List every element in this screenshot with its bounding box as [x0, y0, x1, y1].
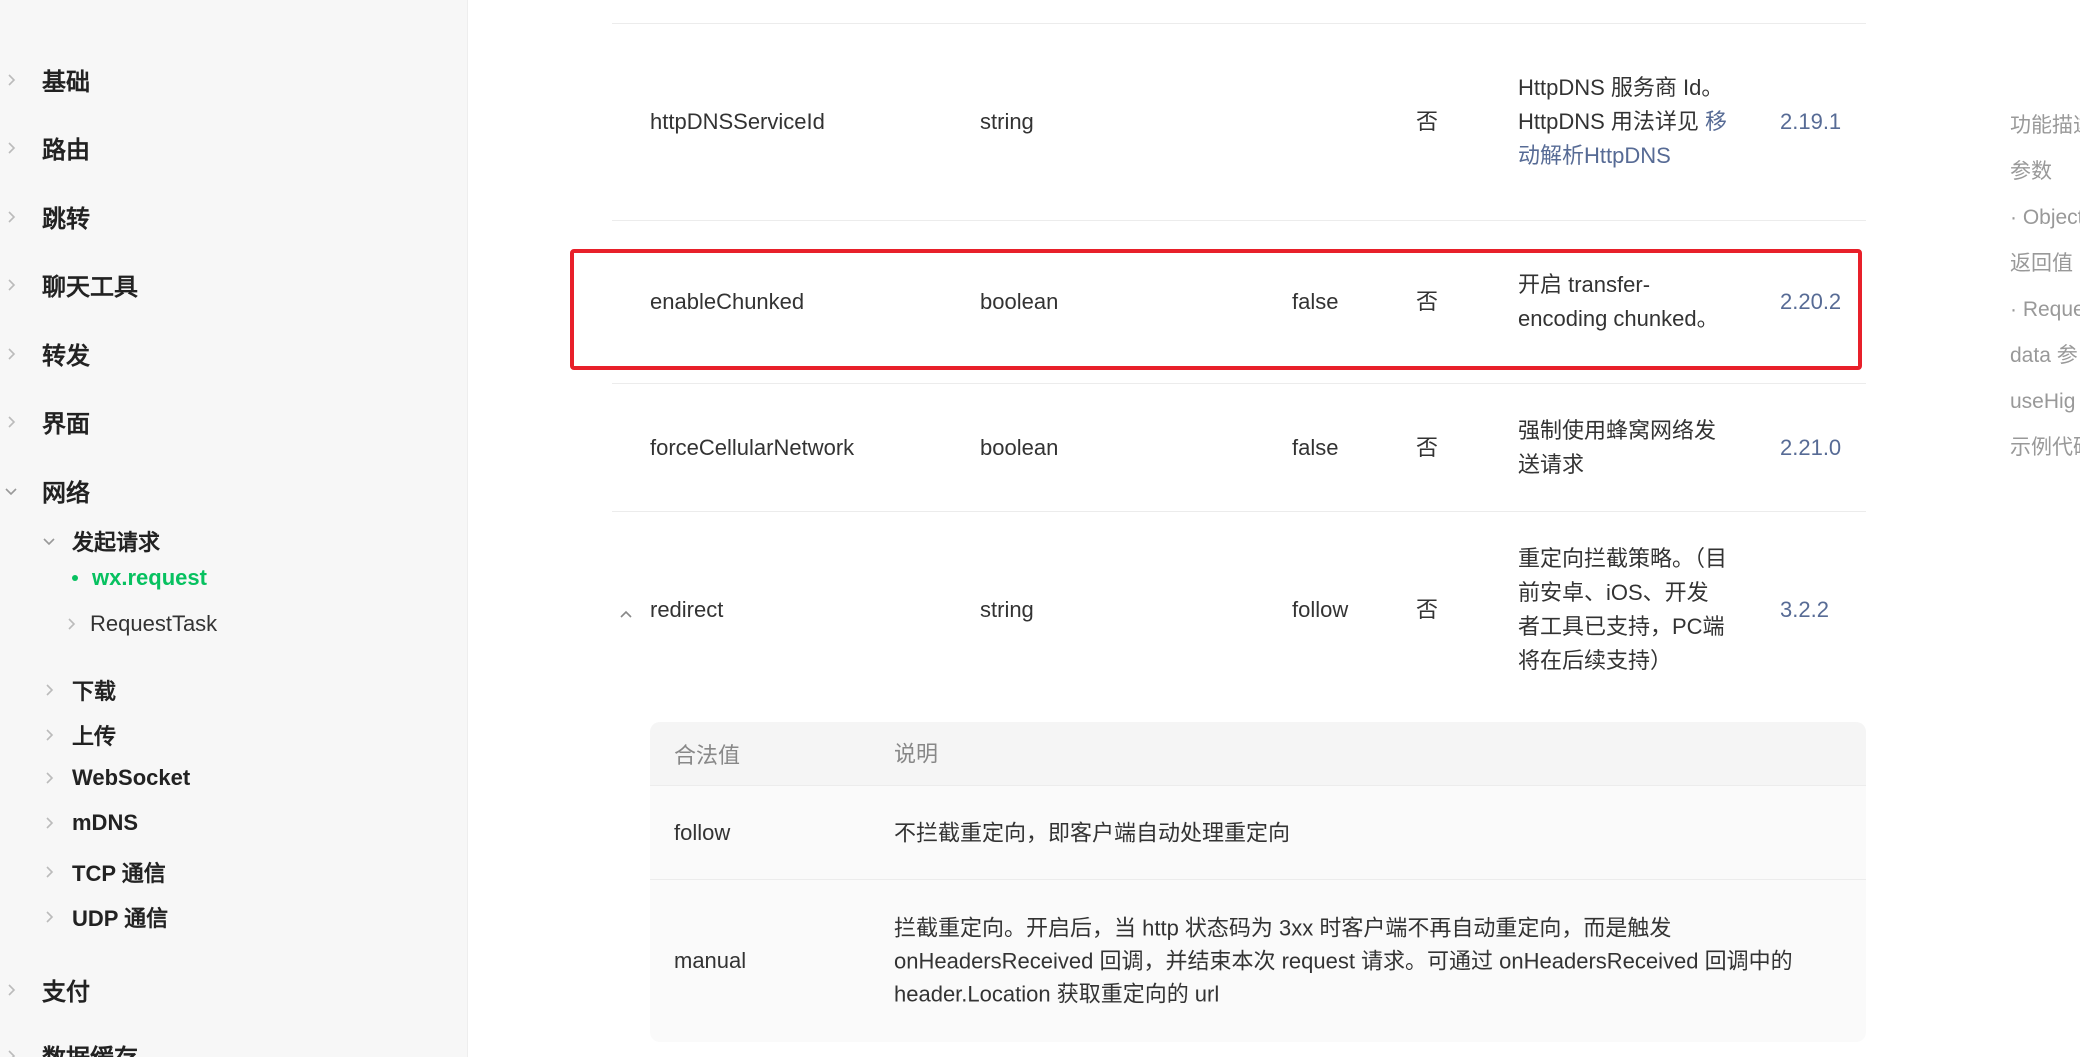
chevron-down-icon — [0, 480, 22, 502]
redirect-values-table: 合法值 说明 follow 不拦截重定向，即客户端自动处理重定向 manual … — [650, 722, 1866, 1042]
toc-item[interactable]: 示例代码 — [2010, 430, 2080, 476]
param-default: false — [1292, 434, 1339, 460]
chevron-right-icon — [0, 411, 22, 433]
sidebar-item-label: 数据缓存 — [42, 1038, 138, 1057]
sidebar-item-navigate[interactable]: 跳转 — [0, 199, 90, 234]
sidebar-item-label: 跳转 — [42, 206, 90, 233]
sidebar-item-websocket[interactable]: WebSocket — [38, 765, 190, 791]
param-desc-text: HttpDNS 服务商 Id。 HttpDNS 用法详见 — [1518, 75, 1724, 134]
param-name: redirect — [650, 597, 724, 622]
sidebar-item-route[interactable]: 路由 — [0, 130, 90, 165]
param-desc: 强制使用蜂窝网络发送请求 — [1518, 417, 1717, 477]
sidebar-item-basic[interactable]: 基础 — [0, 62, 90, 97]
chevron-right-icon — [60, 613, 82, 635]
highlight-box — [570, 249, 1862, 370]
chevron-right-icon — [0, 343, 22, 365]
chevron-right-icon — [0, 69, 22, 91]
sidebar-item-network[interactable]: 网络 — [0, 473, 90, 508]
value-cell: follow — [674, 819, 731, 845]
sidebar-item-label: 支付 — [42, 979, 90, 1006]
table-row: forceCellularNetwork boolean false 否 强制使… — [612, 384, 1866, 512]
column-header-desc: 说明 — [894, 741, 939, 766]
sidebar-item-label: 界面 — [42, 411, 90, 438]
sidebar-item-udp[interactable]: UDP 通信 — [38, 901, 168, 933]
param-name: forceCellularNetwork — [650, 434, 855, 460]
sidebar-item-label: wx.request — [92, 565, 207, 590]
chevron-right-icon — [38, 679, 60, 701]
sidebar-item-ui[interactable]: 界面 — [0, 404, 90, 439]
chevron-right-icon — [38, 812, 60, 834]
desc-cell: 不拦截重定向，即客户端自动处理重定向 — [894, 820, 1291, 845]
sidebar-item-mdns[interactable]: mDNS — [38, 810, 138, 836]
sidebar-item-storage[interactable]: 数据缓存 — [0, 1038, 138, 1057]
sidebar-item-chat-tools[interactable]: 聊天工具 — [0, 267, 138, 302]
table-row-previous — [612, 0, 1866, 24]
param-required: 否 — [1416, 597, 1439, 622]
sidebar-item-label: WebSocket — [72, 765, 191, 790]
sidebar-item-upload[interactable]: 上传 — [38, 719, 116, 751]
chevron-right-icon — [0, 206, 22, 228]
param-required: 否 — [1416, 434, 1439, 460]
active-dot-icon — [72, 575, 78, 581]
table-row-expanded[interactable]: redirect string follow 否 重定向拦截策略。（目前安卓、i… — [612, 512, 1866, 708]
param-desc: 重定向拦截策略。（目前安卓、iOS、开发者工具已支持，PC端将在后续支持） — [1518, 546, 1728, 673]
chevron-right-icon — [0, 137, 22, 159]
sidebar-item-payment[interactable]: 支付 — [0, 972, 90, 1007]
sidebar-item-label: 聊天工具 — [42, 274, 138, 301]
table-of-contents: 功能描述 参数 · Object 返回值 · Reque data 参 useH… — [2010, 108, 2080, 476]
chevron-up-icon[interactable] — [618, 602, 634, 618]
sidebar-item-request-group[interactable]: 发起请求 — [38, 525, 160, 557]
param-version: 3.2.2 — [1780, 597, 1829, 622]
toc-item[interactable]: 返回值 — [2010, 246, 2080, 292]
chevron-right-icon — [0, 979, 22, 1001]
param-version: 2.21.0 — [1780, 434, 1842, 460]
table-row: manual 拦截重定向。开启后，当 http 状态码为 3xx 时客户端不再自… — [650, 880, 1866, 1042]
sidebar-item-label: 发起请求 — [72, 530, 161, 555]
param-required: 否 — [1416, 109, 1439, 134]
chevron-down-icon — [38, 530, 60, 552]
sidebar-item-request-task[interactable]: RequestTask — [60, 611, 217, 637]
sidebar-item-share[interactable]: 转发 — [0, 336, 90, 371]
chevron-right-icon — [38, 906, 60, 928]
param-type: string — [980, 109, 1034, 134]
column-header-value: 合法值 — [674, 742, 741, 768]
sidebar-item-label: 基础 — [42, 69, 90, 96]
sidebar-item-wx-request[interactable]: wx.request — [72, 565, 207, 591]
chevron-right-icon — [38, 767, 60, 789]
sidebar-item-label: TCP 通信 — [72, 861, 166, 886]
param-type: string — [980, 597, 1034, 622]
table-row: httpDNSServiceId string 否 HttpDNS 服务商 Id… — [612, 24, 1866, 221]
sidebar-item-download[interactable]: 下载 — [38, 674, 116, 706]
sidebar-nav: 基础 路由 跳转 聊天工具 转发 界面 网络 发起请求 wx.request R… — [0, 0, 468, 1057]
sidebar-item-label: 上传 — [72, 724, 117, 749]
value-cell: manual — [674, 948, 747, 973]
sidebar-item-label: RequestTask — [90, 611, 218, 636]
chevron-right-icon — [38, 861, 60, 883]
toc-item[interactable]: · Object — [2010, 200, 2080, 246]
sidebar-item-label: UDP 通信 — [72, 906, 169, 931]
toc-item[interactable]: data 参 — [2010, 338, 2080, 384]
sidebar-item-tcp[interactable]: TCP 通信 — [38, 856, 166, 888]
param-default: follow — [1292, 597, 1349, 622]
toc-item[interactable]: 参数 — [2010, 154, 2080, 200]
toc-item[interactable]: 功能描述 — [2010, 108, 2080, 154]
param-type: boolean — [980, 434, 1059, 460]
toc-item[interactable]: · Reque — [2010, 292, 2080, 338]
toc-item[interactable]: useHig — [2010, 384, 2080, 430]
sidebar-item-label: mDNS — [72, 810, 139, 835]
param-name: httpDNSServiceId — [650, 109, 825, 134]
chevron-right-icon — [0, 1045, 22, 1057]
chevron-right-icon — [0, 274, 22, 296]
desc-cell: 拦截重定向。开启后，当 http 状态码为 3xx 时客户端不再自动重定向，而是… — [894, 915, 1793, 1007]
param-version: 2.19.1 — [1780, 109, 1842, 134]
table-row: follow 不拦截重定向，即客户端自动处理重定向 — [650, 786, 1866, 880]
table-header-row: 合法值 说明 — [650, 722, 1866, 786]
sidebar-item-label: 网络 — [42, 480, 90, 507]
chevron-right-icon — [38, 724, 60, 746]
sidebar-item-label: 下载 — [72, 679, 117, 704]
param-desc: HttpDNS 服务商 Id。 HttpDNS 用法详见 移动解析HttpDNS — [1518, 71, 1728, 173]
sidebar-item-label: 转发 — [42, 343, 90, 370]
sidebar-item-label: 路由 — [42, 137, 90, 164]
